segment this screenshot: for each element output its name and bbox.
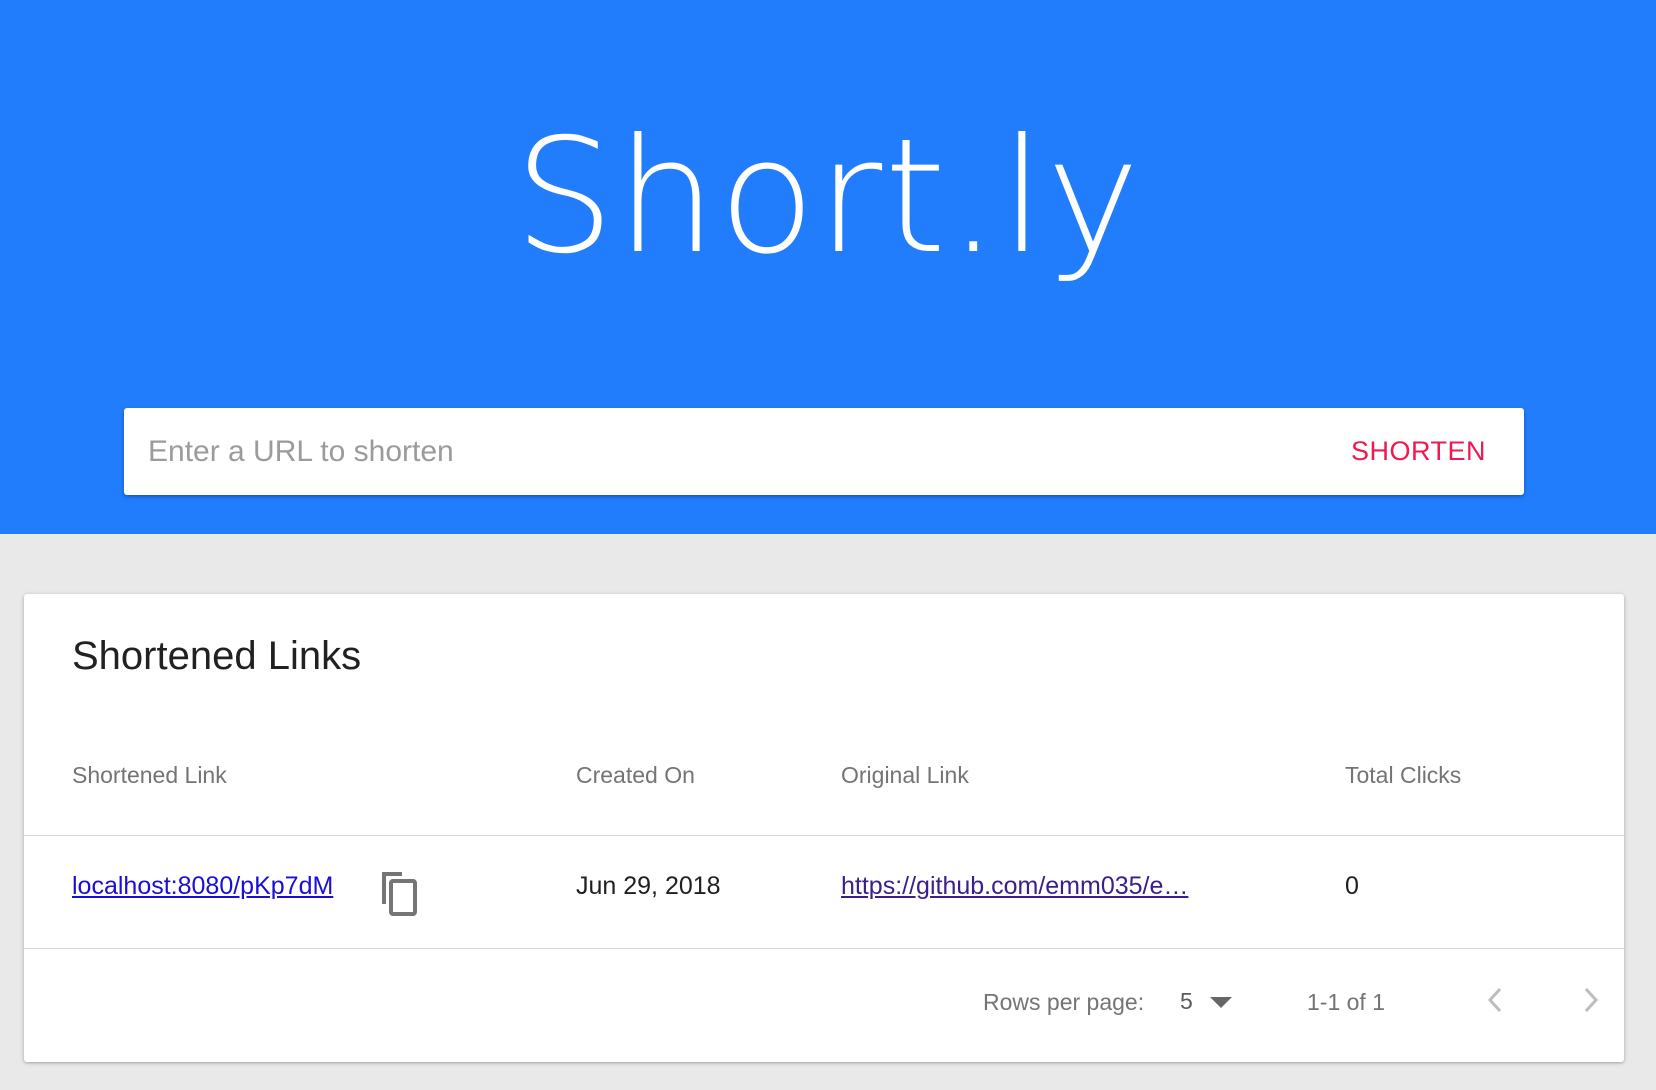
chevron-left-icon[interactable]: [1476, 980, 1516, 1020]
dropdown-arrow-icon: [1210, 996, 1232, 1014]
url-shorten-form: SHORTEN: [124, 408, 1524, 495]
rows-per-page-value: 5: [1180, 988, 1193, 1014]
shortened-links-card: Shortened Links Shortened Link Created O…: [24, 594, 1624, 1062]
header-divider: [24, 835, 1624, 836]
total-clicks-cell: 0: [1345, 872, 1359, 900]
hero-header: Short.ly SHORTEN: [0, 0, 1656, 534]
short-link[interactable]: localhost:8080/pKp7dM: [72, 872, 333, 901]
copy-icon[interactable]: [376, 870, 420, 918]
rows-per-page-select[interactable]: 5: [1180, 984, 1240, 1018]
pagination-range: 1-1 of 1: [1307, 989, 1385, 1015]
original-link[interactable]: https://github.com/emm035/e…: [841, 872, 1188, 901]
rows-per-page-label: Rows per page:: [983, 989, 1145, 1015]
column-header-original-link[interactable]: Original Link: [841, 762, 969, 789]
created-on-cell: Jun 29, 2018: [576, 872, 721, 900]
brand-title: Short.ly: [514, 105, 1142, 289]
column-header-shortened-link[interactable]: Shortened Link: [72, 762, 227, 789]
column-header-created-on[interactable]: Created On: [576, 762, 695, 789]
shorten-button[interactable]: SHORTEN: [1351, 408, 1486, 495]
chevron-right-icon[interactable]: [1572, 980, 1612, 1020]
url-input[interactable]: [148, 408, 1328, 495]
card-title: Shortened Links: [72, 634, 362, 678]
column-header-total-clicks[interactable]: Total Clicks: [1345, 762, 1461, 789]
row-divider: [24, 948, 1624, 949]
